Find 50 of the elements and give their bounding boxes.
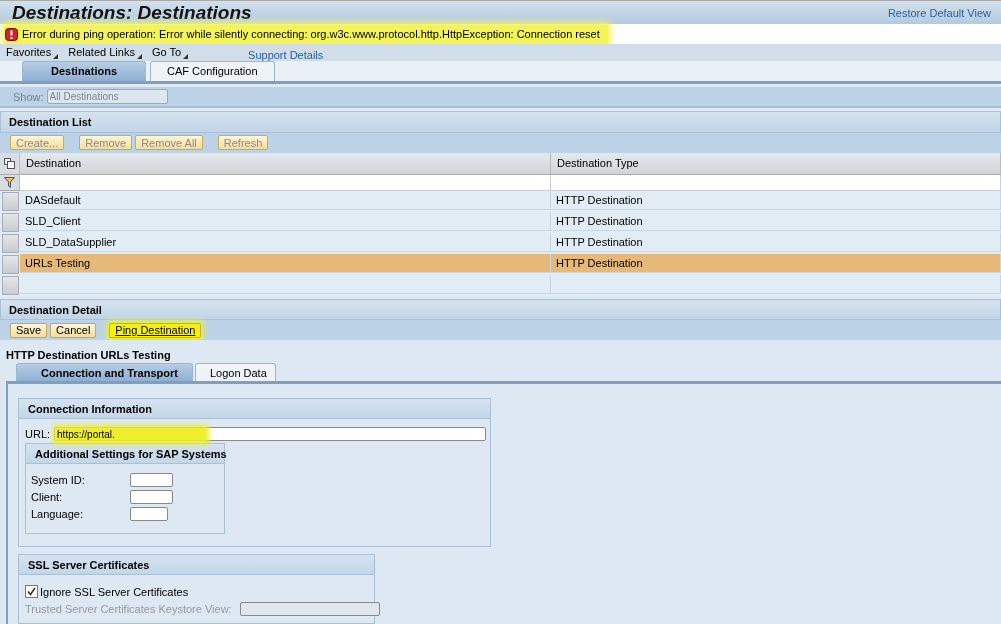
- tab[interactable]: Destinations: [22, 60, 146, 81]
- row-selector[interactable]: [2, 254, 19, 274]
- group-title: Connection Information: [19, 399, 490, 420]
- menu-item[interactable]: Related Links: [68, 45, 142, 59]
- tab[interactable]: Connection and Transport: [16, 363, 193, 382]
- support-details-link[interactable]: Support Details: [248, 48, 324, 61]
- tab[interactable]: Logon Data: [194, 363, 276, 382]
- tab[interactable]: CAF Configuration: [150, 60, 275, 81]
- table-cell: SLD_DataSupplier: [20, 232, 551, 252]
- field-label: Trusted Server Certificates Keystore View:: [25, 603, 232, 616]
- toolbar-button[interactable]: Ping Destination: [109, 322, 202, 338]
- dropdown-triangle-icon: [183, 53, 189, 59]
- row-selector[interactable]: [2, 275, 19, 295]
- section-header: Destination List: [0, 111, 1001, 134]
- input-field[interactable]: [130, 490, 173, 505]
- toolbar-button[interactable]: Save: [10, 322, 48, 338]
- page-title: Destinations: Destinations: [12, 1, 252, 24]
- field-label: Language:: [31, 508, 84, 521]
- dropdown-triangle-icon: [136, 53, 142, 59]
- columns-icon[interactable]: [4, 157, 15, 169]
- filter-icon[interactable]: [4, 176, 15, 188]
- table-cell: HTTP Destination: [551, 232, 1001, 252]
- url-field[interactable]: https://portal.: [54, 427, 487, 442]
- field-label: System ID:: [31, 474, 86, 487]
- checkbox[interactable]: [25, 585, 38, 599]
- table-cell: HTTP Destination: [551, 211, 1001, 231]
- error-icon: [5, 27, 18, 41]
- show-label: Show:: [13, 90, 44, 103]
- checkbox-label: Ignore SSL Server Certificates: [40, 585, 189, 598]
- row-selector[interactable]: [2, 233, 19, 253]
- error-message: Error during ping operation: Error while silently connecting: org.w3c.www.protocol.http.HttpException: Connection reset: [5, 24, 608, 44]
- table-cell: HTTP Destination: [551, 253, 1001, 273]
- input-field[interactable]: [130, 473, 173, 488]
- section-header: Destination Detail: [0, 298, 1001, 321]
- menu-item[interactable]: Go To: [151, 45, 189, 59]
- restore-default-view-link[interactable]: Restore Default View: [887, 6, 991, 19]
- table-cell: SLD_Client: [20, 211, 551, 231]
- group-title: Additional Settings for SAP Systems: [26, 444, 224, 465]
- dropdown-triangle-icon: [53, 53, 59, 59]
- input-field[interactable]: [130, 507, 168, 522]
- toolbar-button[interactable]: Cancel: [50, 322, 97, 338]
- table-cell: URLs Testing: [20, 253, 551, 273]
- group-title: SSL Server Certificates: [19, 555, 374, 576]
- column-header[interactable]: Destination Type: [551, 152, 1001, 175]
- detail-heading: HTTP Destination URLs Testing: [6, 349, 172, 362]
- column-header[interactable]: Destination: [20, 152, 551, 175]
- row-selector[interactable]: [2, 212, 19, 232]
- url-label: URL:: [25, 428, 51, 441]
- field-label: Client:: [31, 491, 64, 504]
- menu-item[interactable]: Favorites: [6, 45, 59, 59]
